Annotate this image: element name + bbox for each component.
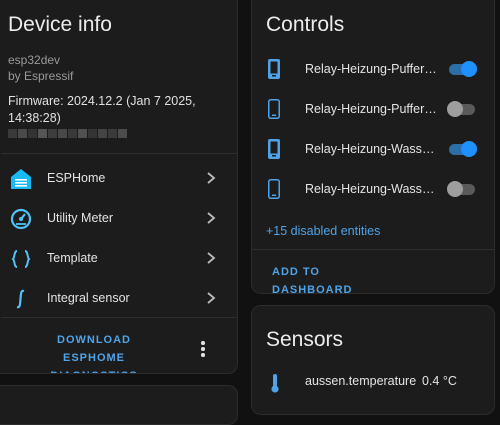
integration-label: ESPHome bbox=[47, 171, 106, 185]
control-label: Relay-Heizung-Wasser-… bbox=[305, 182, 437, 196]
sensors-title: Sensors bbox=[266, 328, 344, 351]
integration-row-esphome[interactable]: ESPHome bbox=[1, 158, 237, 198]
sensors-card: Sensors aussen.temperature 0.4 °C bbox=[251, 305, 495, 415]
controls-title: Controls bbox=[266, 13, 345, 36]
thermometer-icon bbox=[269, 372, 285, 394]
toggle-switch[interactable] bbox=[447, 61, 477, 77]
control-label: Relay-Heizung-Puffer-f… bbox=[305, 62, 437, 76]
phone-icon bbox=[266, 98, 282, 120]
sensor-row[interactable]: aussen.temperature 0.4 °C bbox=[252, 368, 494, 408]
divider bbox=[1, 153, 237, 154]
device-info-card: Device info esp32dev by Espressif Firmwa… bbox=[0, 0, 238, 374]
control-row[interactable]: Relay-Heizung-Wasser-… bbox=[252, 129, 494, 169]
download-diagnostics-button[interactable]: DOWNLOAD ESPHOME DIAGNOSTICS bbox=[29, 331, 159, 373]
gauge-icon bbox=[9, 207, 33, 231]
divider bbox=[1, 317, 237, 318]
control-label: Relay-Heizung-Puffer-k… bbox=[305, 102, 437, 116]
control-label: Relay-Heizung-Wasser-… bbox=[305, 142, 437, 156]
disabled-entities-link[interactable]: +15 disabled entities bbox=[266, 224, 380, 238]
device-model: esp32dev bbox=[8, 53, 61, 67]
integration-label: Utility Meter bbox=[47, 211, 113, 225]
control-row[interactable]: Relay-Heizung-Puffer-k… bbox=[252, 89, 494, 129]
control-row[interactable]: Relay-Heizung-Wasser-… bbox=[252, 169, 494, 209]
secondary-card-partial bbox=[0, 385, 238, 425]
braces-icon bbox=[9, 247, 33, 271]
phone-icon bbox=[266, 178, 282, 200]
sensor-label: aussen.temperature bbox=[305, 374, 417, 388]
integration-label: Integral sensor bbox=[47, 291, 130, 305]
add-to-dashboard-button[interactable]: ADD TO DASHBOARD bbox=[272, 263, 382, 293]
integration-row-utility-meter[interactable]: Utility Meter bbox=[1, 198, 237, 238]
device-manufacturer: by Espressif bbox=[8, 69, 74, 83]
toggle-switch[interactable] bbox=[447, 101, 477, 117]
integration-row-integral-sensor[interactable]: Integral sensor bbox=[1, 278, 237, 318]
toggle-switch[interactable] bbox=[447, 141, 477, 157]
integration-row-template[interactable]: Template bbox=[1, 238, 237, 278]
more-options-icon[interactable] bbox=[198, 341, 208, 359]
redacted-mac-address bbox=[8, 129, 127, 138]
phone-icon bbox=[266, 58, 282, 80]
esphome-house-icon bbox=[9, 167, 33, 191]
chevron-right-icon bbox=[205, 171, 217, 185]
integral-icon bbox=[9, 287, 33, 311]
toggle-switch[interactable] bbox=[447, 181, 477, 197]
chevron-right-icon bbox=[205, 291, 217, 305]
controls-card: Controls Relay-Heizung-Puffer-f… Relay-H… bbox=[251, 0, 495, 294]
firmware-info: Firmware: 2024.12.2 (Jan 7 2025, 14:38:2… bbox=[8, 94, 196, 125]
chevron-right-icon bbox=[205, 251, 217, 265]
device-info-title: Device info bbox=[8, 13, 112, 36]
control-row[interactable]: Relay-Heizung-Puffer-f… bbox=[252, 49, 494, 89]
divider bbox=[252, 249, 494, 250]
chevron-right-icon bbox=[205, 211, 217, 225]
phone-icon bbox=[266, 138, 282, 160]
integration-label: Template bbox=[47, 251, 98, 265]
sensor-value: 0.4 °C bbox=[422, 374, 457, 388]
